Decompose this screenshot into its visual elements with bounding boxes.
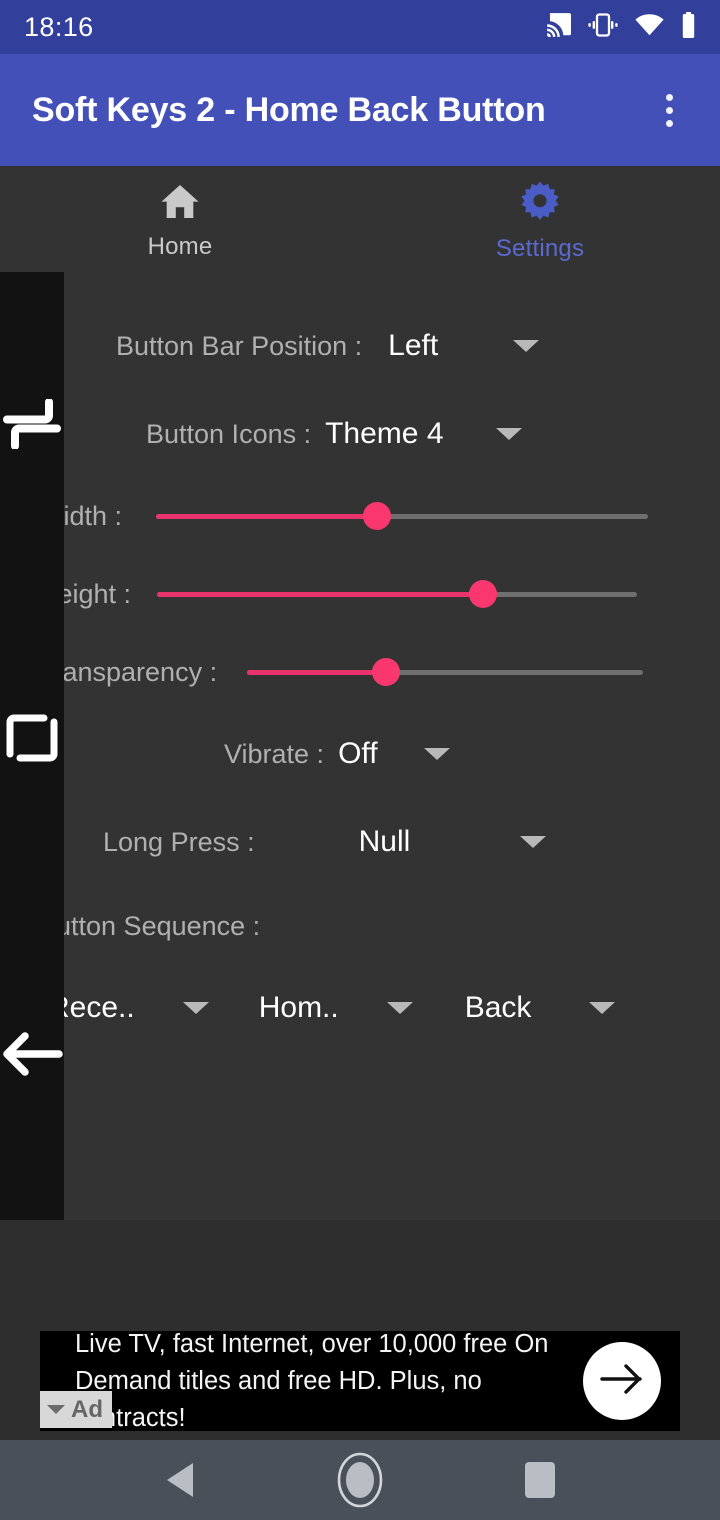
back-nav-button[interactable] bbox=[140, 1440, 220, 1520]
setting-row-transparency[interactable]: Transparency : bbox=[0, 646, 720, 698]
back-triangle-icon bbox=[167, 1463, 193, 1497]
settings-content: Button Bar Position : Left Button Icons … bbox=[0, 272, 720, 1220]
softkey-back[interactable] bbox=[0, 1024, 64, 1088]
home-nav-button[interactable] bbox=[320, 1440, 400, 1520]
back-arrow-icon bbox=[1, 1028, 63, 1085]
transparency-label: Transparency : bbox=[38, 656, 218, 687]
recents-square-icon bbox=[525, 1462, 555, 1498]
tab-bar: Home Settings bbox=[0, 166, 720, 272]
home-icon bbox=[159, 183, 201, 226]
long-press-label: Long Press : bbox=[103, 826, 255, 857]
transparency-slider-fill bbox=[247, 669, 386, 675]
sequence-slot-3-value[interactable]: Back bbox=[465, 991, 532, 1025]
button-icons-value: Theme 4 bbox=[325, 417, 444, 450]
softkey-overlay-bar[interactable] bbox=[0, 272, 64, 1220]
setting-row-width[interactable]: Width : bbox=[0, 490, 720, 542]
softkey-home[interactable] bbox=[0, 708, 64, 772]
setting-row-button-bar-position[interactable]: Button Bar Position : Left bbox=[0, 320, 720, 372]
battery-icon bbox=[681, 11, 696, 43]
status-clock: 18:16 bbox=[24, 11, 94, 42]
width-slider[interactable] bbox=[156, 502, 649, 530]
height-slider[interactable] bbox=[157, 580, 638, 608]
recents-icon bbox=[3, 397, 61, 454]
gear-icon bbox=[519, 181, 561, 228]
status-bar: 18:16 bbox=[0, 0, 720, 54]
status-icons bbox=[545, 11, 696, 43]
ad-banner[interactable]: Live TV, fast Internet, over 10,000 free… bbox=[40, 1330, 680, 1432]
dot bbox=[665, 106, 673, 114]
app-bar: Soft Keys 2 - Home Back Button bbox=[0, 54, 720, 166]
wifi-icon bbox=[635, 13, 664, 41]
arrow-right-icon bbox=[598, 1359, 646, 1404]
height-slider-fill bbox=[157, 591, 484, 597]
chevron-down-icon[interactable] bbox=[589, 1002, 616, 1014]
chevron-down-icon[interactable] bbox=[520, 836, 547, 848]
transparency-slider-thumb[interactable] bbox=[371, 658, 400, 686]
recents-nav-button[interactable] bbox=[500, 1440, 580, 1520]
setting-row-button-icons[interactable]: Button Icons : Theme 4 bbox=[0, 408, 720, 460]
button-icons-label: Button Icons : bbox=[146, 418, 312, 449]
setting-row-vibrate[interactable]: Vibrate : Off bbox=[0, 728, 720, 780]
vibrate-value: Off bbox=[338, 737, 378, 770]
phone-screen: 18:16 Soft Keys 2 - Home Back Button Hom… bbox=[0, 0, 720, 1520]
width-slider-fill bbox=[156, 513, 378, 519]
ad-disclosure-badge[interactable]: Ad bbox=[40, 1391, 112, 1428]
vibrate-icon bbox=[588, 12, 618, 42]
home-circle-icon bbox=[337, 1452, 383, 1508]
chevron-down-icon[interactable] bbox=[423, 748, 450, 760]
sequence-slot-2-value[interactable]: Hom.. bbox=[259, 991, 339, 1025]
cast-icon bbox=[545, 12, 571, 42]
long-press-value: Null bbox=[358, 825, 411, 858]
width-slider-thumb[interactable] bbox=[363, 502, 392, 530]
more-vert-icon[interactable] bbox=[640, 81, 698, 139]
chevron-down-icon bbox=[47, 1405, 65, 1414]
tab-home[interactable]: Home bbox=[0, 166, 360, 272]
setting-row-long-press[interactable]: Long Press : Null bbox=[0, 816, 720, 868]
button-sequence-dropdown-row: Rece.. Hom.. Back bbox=[0, 980, 720, 1036]
dot bbox=[665, 93, 673, 101]
chevron-down-icon[interactable] bbox=[386, 1002, 413, 1014]
button-bar-position-label: Button Bar Position : bbox=[116, 330, 363, 361]
button-sequence-label: Button Sequence : bbox=[38, 910, 261, 941]
button-bar-position-value: Left bbox=[388, 329, 439, 362]
tab-settings[interactable]: Settings bbox=[360, 166, 720, 272]
ad-cta-button[interactable] bbox=[583, 1342, 661, 1420]
app-title: Soft Keys 2 - Home Back Button bbox=[32, 90, 546, 129]
chevron-down-icon[interactable] bbox=[513, 340, 540, 352]
ad-badge-label: Ad bbox=[71, 1395, 103, 1423]
tab-home-label: Home bbox=[147, 233, 213, 260]
ad-text: Live TV, fast Internet, over 10,000 free… bbox=[75, 1329, 549, 1432]
chevron-down-icon[interactable] bbox=[182, 1002, 209, 1014]
height-slider-thumb[interactable] bbox=[469, 580, 498, 608]
chevron-down-icon[interactable] bbox=[495, 428, 522, 440]
dot bbox=[665, 119, 673, 127]
home-square-icon bbox=[4, 710, 60, 771]
setting-row-height[interactable]: Height : bbox=[0, 568, 720, 620]
vibrate-label: Vibrate : bbox=[224, 738, 325, 769]
softkey-recents[interactable] bbox=[0, 394, 64, 458]
system-nav-bar bbox=[0, 1440, 720, 1520]
transparency-slider[interactable] bbox=[247, 658, 644, 686]
setting-row-button-sequence: Button Sequence : bbox=[0, 900, 720, 952]
tab-settings-label: Settings bbox=[495, 235, 585, 262]
